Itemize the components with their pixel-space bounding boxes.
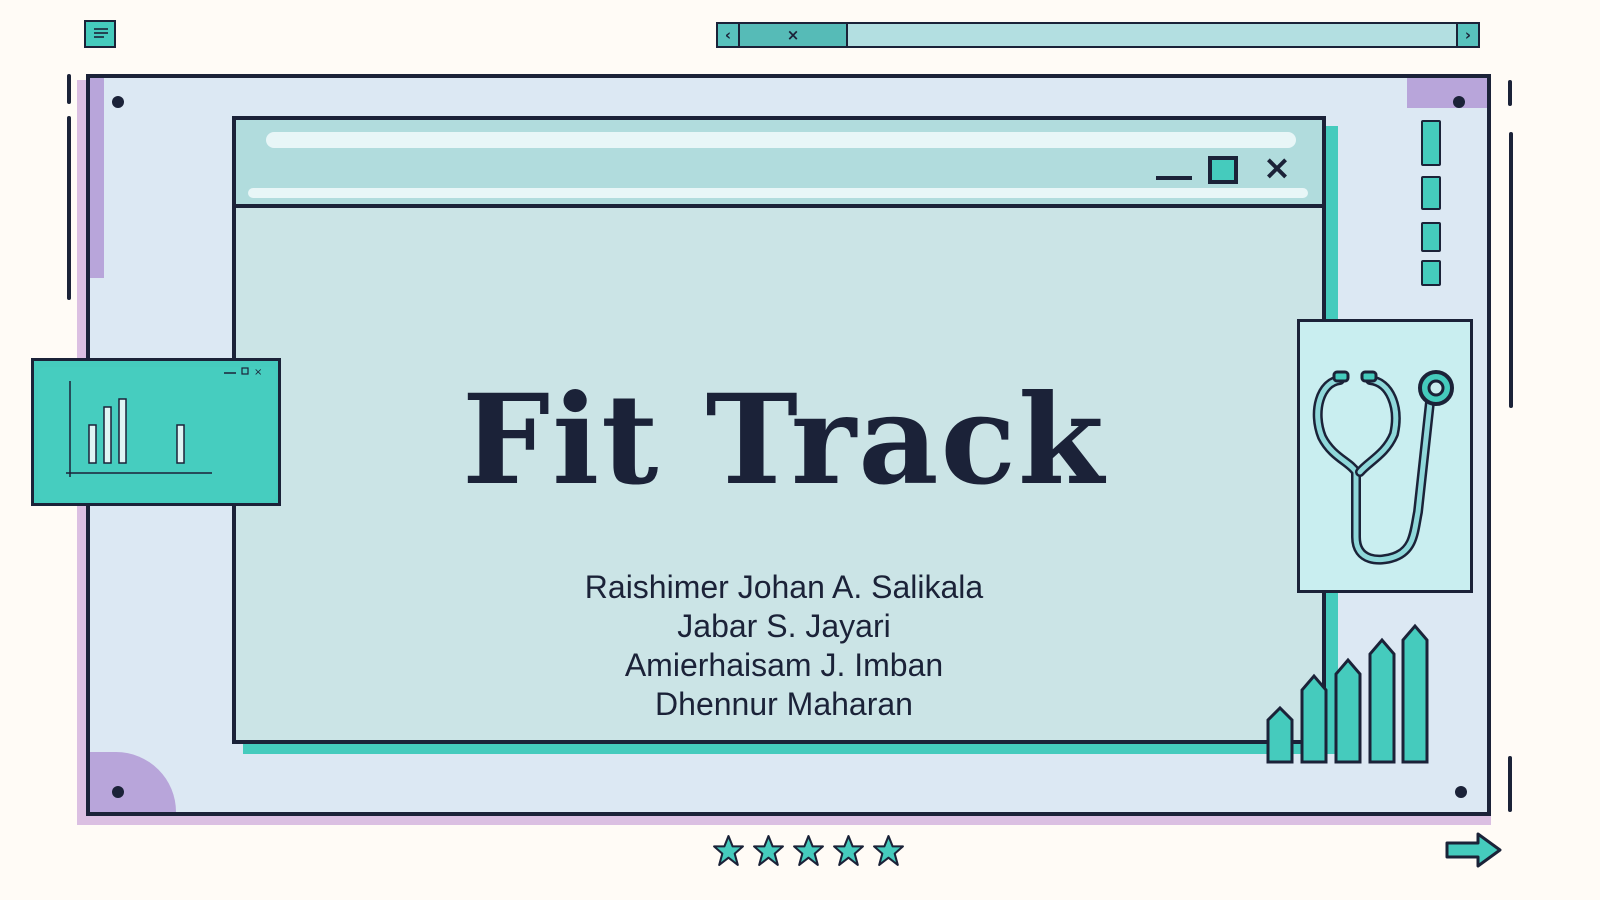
rivet <box>1453 96 1465 108</box>
titlebar-highlight <box>248 188 1308 198</box>
bar-chart-icon: × <box>66 367 262 477</box>
scroll-left-button[interactable]: ‹ <box>718 24 740 46</box>
decorative-line <box>67 74 71 104</box>
scroll-thumb[interactable]: × <box>740 24 848 46</box>
scroll-segment[interactable] <box>1421 120 1441 166</box>
chevron-right-icon: › <box>1464 26 1472 44</box>
close-button[interactable]: × <box>1260 148 1294 188</box>
horizontal-scrollbar[interactable]: ‹ × › <box>716 22 1480 48</box>
arrow-right-icon[interactable] <box>1444 830 1504 870</box>
scroll-right-button[interactable]: › <box>1456 24 1478 46</box>
star-rating[interactable] <box>712 834 905 868</box>
stethoscope-icon <box>1312 370 1454 565</box>
rivet <box>1455 786 1467 798</box>
decorative-line <box>1509 132 1513 408</box>
minimize-button[interactable] <box>1156 176 1192 180</box>
star-icon[interactable] <box>792 834 825 867</box>
stethoscope-card <box>1297 319 1473 593</box>
decorative-line <box>67 116 71 300</box>
titlebar-highlight <box>266 132 1296 148</box>
chart-window: × <box>31 358 281 506</box>
corner-decoration <box>90 752 176 812</box>
star-icon[interactable] <box>752 834 785 867</box>
menu-button[interactable] <box>84 20 116 48</box>
close-icon: × <box>1262 148 1292 188</box>
maximize-button[interactable] <box>1208 156 1238 184</box>
star-icon[interactable] <box>872 834 905 867</box>
menu-icon <box>94 28 108 38</box>
svg-text:×: × <box>254 367 262 378</box>
decorative-line <box>1508 80 1512 106</box>
growth-bars-icon <box>1266 623 1429 764</box>
corner-decoration <box>1407 78 1487 108</box>
decorative-line <box>1508 756 1512 812</box>
rivet <box>112 786 124 798</box>
close-icon: × <box>786 26 800 44</box>
scroll-segment[interactable] <box>1421 176 1441 210</box>
star-icon[interactable] <box>832 834 865 867</box>
scroll-segment[interactable] <box>1421 222 1441 252</box>
chevron-left-icon: ‹ <box>724 26 732 44</box>
star-icon[interactable] <box>712 834 745 867</box>
window-titlebar: × <box>236 120 1322 208</box>
rivet <box>112 96 124 108</box>
corner-decoration <box>90 78 104 278</box>
scroll-segment[interactable] <box>1421 260 1441 286</box>
